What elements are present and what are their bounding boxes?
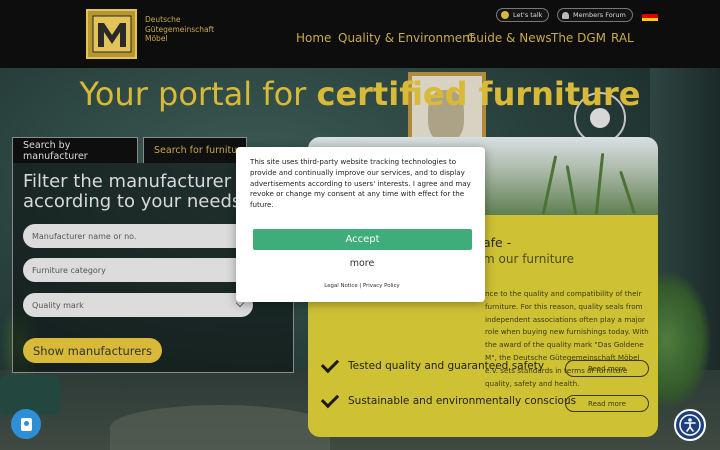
feature-sustainable: Sustainable and environmentally consciou…	[320, 389, 577, 409]
accessibility-icon	[679, 414, 701, 436]
accessibility-button[interactable]	[674, 409, 706, 441]
background-rug	[110, 405, 330, 450]
manufacturer-placeholder: Manufacturer name or no.	[32, 231, 137, 241]
logo-m-icon	[92, 15, 131, 53]
grass-blade	[594, 153, 605, 215]
tab-search-by-manufacturer[interactable]: Search by manufacturer	[12, 137, 138, 163]
hero-title-bold: certified furniture	[316, 75, 641, 113]
privacy-settings-button[interactable]	[11, 409, 41, 439]
hero-title: Your portal for certified furniture	[0, 75, 720, 113]
grass-blade	[619, 170, 636, 215]
show-manufacturers-button[interactable]: Show manufacturers	[23, 338, 162, 363]
category-placeholder: Furniture category	[32, 265, 106, 275]
card-title: afe -	[483, 235, 512, 250]
logo-wordmark: Deutsche Gütegemeinschaft Möbel	[145, 15, 214, 44]
hero-title-light: Your portal for	[79, 75, 317, 113]
feature-label: Sustainable and environmentally consciou…	[348, 395, 577, 407]
manufacturer-search-input[interactable]: Manufacturer name or no.	[23, 224, 253, 248]
feature-tested-quality: Tested quality and guaranteed safety	[320, 354, 545, 374]
read-more-button[interactable]: Read more	[565, 395, 649, 412]
grass-blade	[541, 155, 558, 215]
logo-line: Gütegemeinschaft	[145, 24, 215, 34]
logo-line: Möbel	[145, 34, 168, 43]
nav-quality-environment[interactable]: Quality & Environment	[338, 31, 475, 45]
lets-talk-label: Let's talk	[513, 11, 543, 19]
legal-links: Legal Notice | Privacy Policy	[236, 283, 488, 289]
nav-home[interactable]: Home	[296, 31, 331, 45]
dgm-logo[interactable]	[86, 9, 137, 59]
members-forum-button[interactable]: Members Forum	[557, 8, 633, 22]
nav-ral[interactable]: RAL	[611, 31, 634, 45]
accept-button[interactable]: Accept	[253, 229, 472, 250]
german-flag-icon[interactable]	[642, 11, 658, 21]
user-icon	[562, 11, 569, 19]
members-forum-label: Members Forum	[573, 11, 626, 19]
quality-placeholder: Quality mark	[32, 300, 84, 310]
feature-label: Tested quality and guaranteed safety	[348, 360, 545, 372]
tab-search-for-furniture[interactable]: Search for furniture	[143, 137, 247, 163]
lets-talk-button[interactable]: Let's talk	[496, 8, 550, 22]
grass-blade	[565, 165, 578, 215]
nav-the-dgm[interactable]: The DGM	[551, 31, 606, 45]
read-more-button[interactable]: Read more	[565, 360, 649, 377]
privacy-settings-icon	[20, 417, 32, 431]
chat-icon	[501, 11, 509, 19]
more-link[interactable]: more	[236, 258, 488, 269]
furniture-category-select[interactable]: Furniture category	[23, 258, 253, 282]
logo-line: Deutsche	[145, 15, 181, 24]
consent-text: This site uses third-party website track…	[250, 157, 471, 210]
privacy-policy-link[interactable]: Privacy Policy	[363, 283, 400, 289]
site-header: Deutsche Gütegemeinschaft Möbel Let's ta…	[0, 0, 720, 68]
quality-mark-select[interactable]: Quality mark	[23, 293, 253, 317]
cookie-consent-dialog: This site uses third-party website track…	[236, 147, 485, 302]
legal-notice-link[interactable]: Legal Notice	[324, 283, 357, 289]
card-subtitle: m our furniture	[483, 252, 575, 266]
nav-guide-news[interactable]: Guide & News	[467, 31, 552, 45]
